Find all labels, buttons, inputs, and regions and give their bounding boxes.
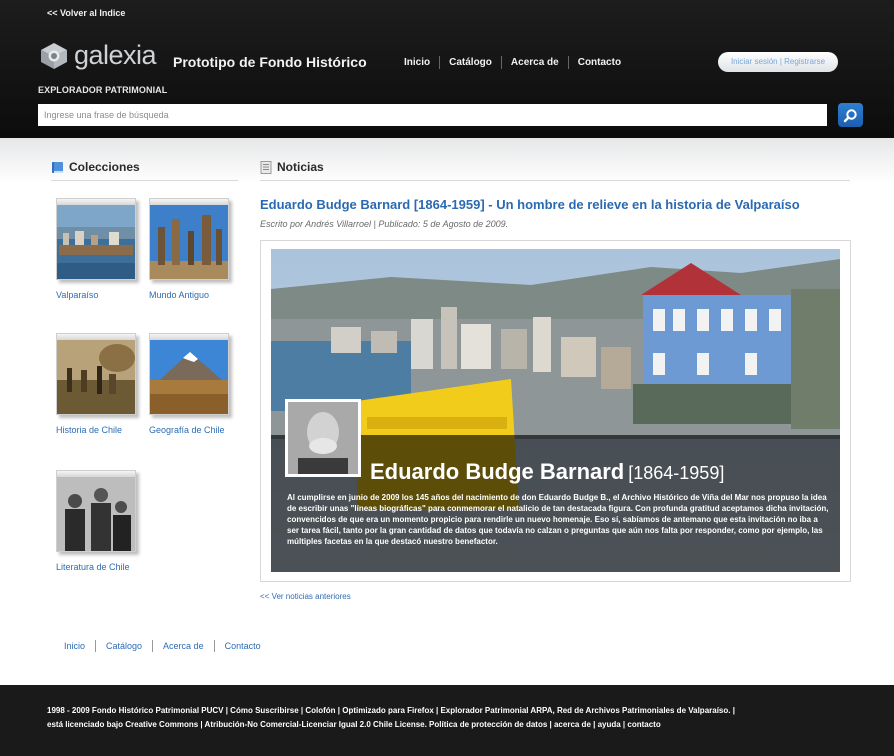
collection-thumbnail[interactable] — [149, 333, 229, 415]
older-news-link[interactable]: << Ver noticias anteriores — [260, 592, 351, 601]
collections-divider — [51, 180, 238, 181]
feature-headline[interactable]: Eduardo Budge Barnard [1864-1959] — [370, 459, 724, 485]
cube-logo-icon — [41, 42, 67, 69]
header: << Volver al Indice galexia Prototipo de… — [0, 0, 894, 138]
collection-thumbnail[interactable] — [56, 333, 136, 415]
nav-acerca-de[interactable]: Acerca de — [502, 57, 568, 68]
back-to-index-link[interactable]: << Volver al Indice — [47, 8, 125, 18]
nav-contacto[interactable]: Contacto — [569, 57, 630, 68]
footer-nav-inicio[interactable]: Inicio — [64, 641, 95, 651]
ancient-columns-image — [150, 205, 228, 279]
historic-painting-image — [57, 340, 135, 414]
page: << Volver al Indice galexia Prototipo de… — [0, 0, 894, 756]
explorer-label: EXPLORADOR PATRIMONIAL — [38, 85, 168, 95]
collection-label[interactable]: Geografía de Chile — [149, 425, 234, 435]
collections-heading: Colecciones — [51, 160, 140, 174]
galexia-logo[interactable]: galexia — [38, 40, 157, 71]
feature-person-name: Eduardo Budge Barnard — [370, 459, 625, 484]
collection-label[interactable]: Literatura de Chile — [56, 562, 141, 572]
collection-mundo-antiguo[interactable]: Mundo Antiguo — [149, 198, 234, 300]
footer-nav-catalogo[interactable]: Catálogo — [96, 641, 152, 651]
volcano-landscape-image — [150, 340, 228, 414]
login-register-button[interactable]: Iniciar sesión | Registrarse — [718, 52, 838, 72]
footer-nav-contacto[interactable]: Contacto — [215, 641, 271, 651]
magnifier-icon — [843, 109, 857, 123]
collection-historia-de-chile[interactable]: Historia de Chile — [56, 333, 141, 435]
collection-thumbnail[interactable] — [56, 470, 136, 552]
footer-line-2[interactable]: está licenciado bajo Creative Commons | … — [47, 718, 882, 732]
feature-summary-text: Al cumplirse en junio de 2009 los 145 añ… — [287, 493, 829, 546]
collection-label[interactable]: Historia de Chile — [56, 425, 141, 435]
collection-thumbnail[interactable] — [56, 198, 136, 280]
footer-navigation: Inicio Catálogo Acerca de Contacto — [64, 640, 271, 652]
budge-portrait — [285, 399, 361, 477]
collection-thumbnail[interactable] — [149, 198, 229, 280]
nav-catalogo[interactable]: Catálogo — [440, 57, 501, 68]
search-input[interactable] — [38, 104, 827, 126]
logo-wordmark: galexia — [74, 40, 157, 70]
document-icon — [260, 160, 272, 174]
collection-label[interactable]: Mundo Antiguo — [149, 290, 234, 300]
collection-literatura-de-chile[interactable]: Literatura de Chile — [56, 470, 141, 572]
news-byline: Escrito por Andrés Villarroel | Publicad… — [260, 219, 509, 229]
news-article-title[interactable]: Eduardo Budge Barnard [1864-1959] - Un h… — [260, 197, 800, 212]
writers-photo-image — [57, 477, 135, 551]
book-icon — [52, 161, 63, 173]
valparaiso-cityscape-photo[interactable]: Eduardo Budge Barnard [1864-1959] Al cump… — [271, 249, 840, 572]
portrait-image — [288, 402, 358, 474]
collection-valparaiso[interactable]: Valparaíso — [56, 198, 141, 300]
valparaiso-harbor-image — [57, 205, 135, 279]
search-button[interactable] — [838, 103, 863, 127]
feature-panel: Eduardo Budge Barnard [1864-1959] Al cump… — [260, 240, 851, 582]
feature-person-years: [1864-1959] — [628, 463, 725, 483]
footer-nav-acerca-de[interactable]: Acerca de — [153, 641, 214, 651]
collection-geografia-de-chile[interactable]: Geografía de Chile — [149, 333, 234, 435]
footer-text: 1998 - 2009 Fondo Histórico Patrimonial … — [47, 704, 882, 732]
footer-line-1[interactable]: 1998 - 2009 Fondo Histórico Patrimonial … — [47, 704, 882, 718]
collections-title: Colecciones — [69, 160, 140, 174]
site-title: Prototipo de Fondo Histórico — [173, 54, 367, 70]
news-section-title: Noticias — [277, 160, 324, 174]
top-navigation: Inicio Catálogo Acerca de Contacto — [395, 56, 630, 69]
news-divider — [260, 180, 850, 181]
nav-inicio[interactable]: Inicio — [395, 57, 439, 68]
collection-label[interactable]: Valparaíso — [56, 290, 141, 300]
footer: 1998 - 2009 Fondo Histórico Patrimonial … — [0, 685, 894, 756]
news-heading: Noticias — [260, 160, 324, 174]
